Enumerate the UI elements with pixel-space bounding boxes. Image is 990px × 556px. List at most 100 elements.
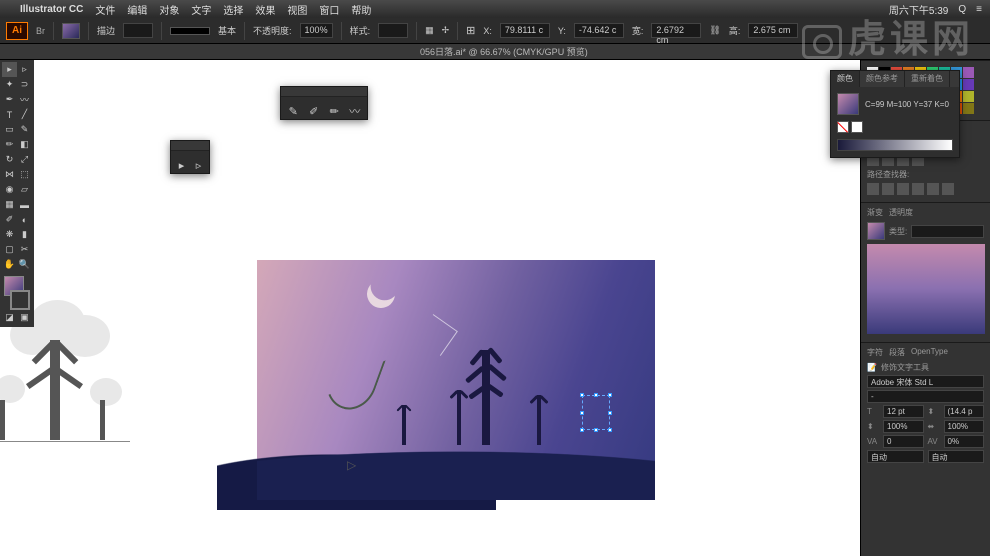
menubar-menu-icon[interactable]: ≡ xyxy=(976,4,982,15)
screen-mode[interactable]: ▣ xyxy=(17,310,32,325)
paragraph-tab[interactable]: 段落 xyxy=(889,347,905,358)
app-name[interactable]: Illustrator CC xyxy=(20,4,83,15)
lasso-tool[interactable]: ⊃ xyxy=(17,77,32,92)
link-icon[interactable]: ⛓ xyxy=(709,25,720,36)
panel-drag-handle[interactable] xyxy=(281,87,367,97)
column-graph-tool[interactable]: ▮ xyxy=(17,227,32,242)
recolor-tab[interactable]: 重新着色 xyxy=(905,71,950,87)
menu-object[interactable]: 对象 xyxy=(159,2,179,17)
font-style-field[interactable]: - xyxy=(867,390,984,403)
gradient-tab[interactable]: 渐变 xyxy=(867,207,883,218)
y-field[interactable]: -74.642 c xyxy=(574,23,624,38)
pen-tool[interactable]: ✒ xyxy=(2,92,17,107)
leading-field[interactable]: (14.4 p xyxy=(944,405,985,418)
curvature-tool[interactable]: 〰 xyxy=(17,92,32,107)
menu-edit[interactable]: 编辑 xyxy=(127,2,147,17)
stroke-color[interactable] xyxy=(10,290,30,310)
style-field[interactable] xyxy=(378,23,408,38)
font-size-field[interactable]: 12 pt xyxy=(883,405,924,418)
artboard[interactable]: ▷ xyxy=(257,260,655,500)
stroke-preview[interactable] xyxy=(170,27,210,35)
eraser-tool[interactable]: ◧ xyxy=(17,137,32,152)
menu-help[interactable]: 帮助 xyxy=(351,2,371,17)
symbol-sprayer-tool[interactable]: ❋ xyxy=(2,227,17,242)
swatch[interactable] xyxy=(963,91,974,102)
eyedropper-tool[interactable]: ✐ xyxy=(2,212,17,227)
tracking-field[interactable]: 0% xyxy=(944,435,985,448)
fill-stroke-control[interactable] xyxy=(2,276,32,310)
slice-tool[interactable]: ✂ xyxy=(17,242,32,257)
gradient-type-field[interactable] xyxy=(911,225,984,238)
direct-selection-tool[interactable]: ▹ xyxy=(17,62,32,77)
merge-icon[interactable] xyxy=(897,183,909,195)
selection-tool[interactable]: ▸ xyxy=(2,62,17,77)
divide-icon[interactable] xyxy=(867,183,879,195)
outline-icon[interactable] xyxy=(927,183,939,195)
zoom-tool[interactable]: 🔍 xyxy=(17,257,32,272)
smooth-icon[interactable]: 〰 xyxy=(349,103,362,119)
trim-icon[interactable] xyxy=(882,183,894,195)
pencil-icon[interactable]: ✏ xyxy=(328,103,341,119)
color-guide-tab[interactable]: 颜色参考 xyxy=(860,71,905,87)
character-tab[interactable]: 字符 xyxy=(867,347,883,358)
stroke-width-field[interactable] xyxy=(123,23,153,38)
swatch[interactable] xyxy=(963,79,974,90)
none-swatch[interactable] xyxy=(837,121,849,133)
color-mode[interactable]: ◪ xyxy=(2,310,17,325)
shape-builder-tool[interactable]: ◉ xyxy=(2,182,17,197)
perspective-tool[interactable]: ▱ xyxy=(17,182,32,197)
rectangle-tool[interactable]: ▭ xyxy=(2,122,17,137)
spotlight-icon[interactable]: Q xyxy=(958,4,966,15)
mesh-tool[interactable]: ▦ xyxy=(2,197,17,212)
fill-swatch[interactable] xyxy=(62,23,80,39)
touch-type-icon[interactable]: 📝 xyxy=(867,363,877,372)
rotate-tool[interactable]: ↻ xyxy=(2,152,17,167)
minus-back-icon[interactable] xyxy=(942,183,954,195)
scale-tool[interactable]: ⤢ xyxy=(17,152,32,167)
menu-effect[interactable]: 效果 xyxy=(255,2,275,17)
paintbrush-tool[interactable]: ✎ xyxy=(17,122,32,137)
crop-icon[interactable] xyxy=(912,183,924,195)
blob-brush-icon[interactable]: ✐ xyxy=(308,103,321,119)
blend-tool[interactable]: ◐ xyxy=(17,212,32,227)
align-icon[interactable]: ▦ xyxy=(425,25,434,36)
color-swatch[interactable] xyxy=(837,93,859,115)
line-tool[interactable]: ╱ xyxy=(17,107,32,122)
opacity-field[interactable]: 100% xyxy=(300,23,333,38)
floating-brush-tearoff[interactable]: ✎ ✐ ✏ 〰 xyxy=(280,86,368,120)
color-spectrum[interactable] xyxy=(837,139,953,151)
font-family-field[interactable]: Adobe 宋体 Std L xyxy=(867,375,984,388)
auto-field-1[interactable]: 自动 xyxy=(867,450,924,463)
type-tool[interactable]: T xyxy=(2,107,17,122)
menu-select[interactable]: 选择 xyxy=(223,2,243,17)
x-field[interactable]: 79.8111 c xyxy=(500,23,550,38)
color-tab[interactable]: 颜色 xyxy=(831,71,860,87)
gradient-tool[interactable]: ▬ xyxy=(17,197,32,212)
auto-field-2[interactable]: 自动 xyxy=(928,450,985,463)
menu-view[interactable]: 视图 xyxy=(287,2,307,17)
hand-tool[interactable]: ✋ xyxy=(2,257,17,272)
document-tab[interactable]: 056日落.ai* @ 66.67% (CMYK/GPU 预览) xyxy=(420,45,588,58)
menu-file[interactable]: 文件 xyxy=(95,2,115,17)
h-field[interactable]: 2.675 cm xyxy=(748,23,798,38)
selection-bounding-box[interactable] xyxy=(582,395,610,430)
magic-wand-tool[interactable]: ✦ xyxy=(2,77,17,92)
menu-window[interactable]: 窗口 xyxy=(319,2,339,17)
width-tool[interactable]: ⋈ xyxy=(2,167,17,182)
artboard-tool[interactable]: ▢ xyxy=(2,242,17,257)
gradient-swatch[interactable] xyxy=(867,222,885,240)
swatch[interactable] xyxy=(963,103,974,114)
bridge-icon[interactable]: Br xyxy=(36,26,45,36)
pencil-tool[interactable]: ✏ xyxy=(2,137,17,152)
kerning-field[interactable]: 0 xyxy=(883,435,924,448)
direct-selection-tool-icon[interactable]: ▹ xyxy=(194,157,203,173)
floating-selection-tearoff[interactable]: ▸ ▹ xyxy=(170,140,210,174)
menu-type[interactable]: 文字 xyxy=(191,2,211,17)
gradient-preview[interactable] xyxy=(867,244,985,334)
panel-drag-handle[interactable] xyxy=(171,141,209,151)
white-swatch[interactable] xyxy=(851,121,863,133)
paintbrush-icon[interactable]: ✎ xyxy=(287,103,300,119)
w-field[interactable]: 2.6792 cm xyxy=(651,23,701,38)
vscale-field[interactable]: 100% xyxy=(883,420,924,433)
color-panel[interactable]: 颜色 颜色参考 重新着色 C=99 M=100 Y=37 K=0 xyxy=(830,70,960,158)
